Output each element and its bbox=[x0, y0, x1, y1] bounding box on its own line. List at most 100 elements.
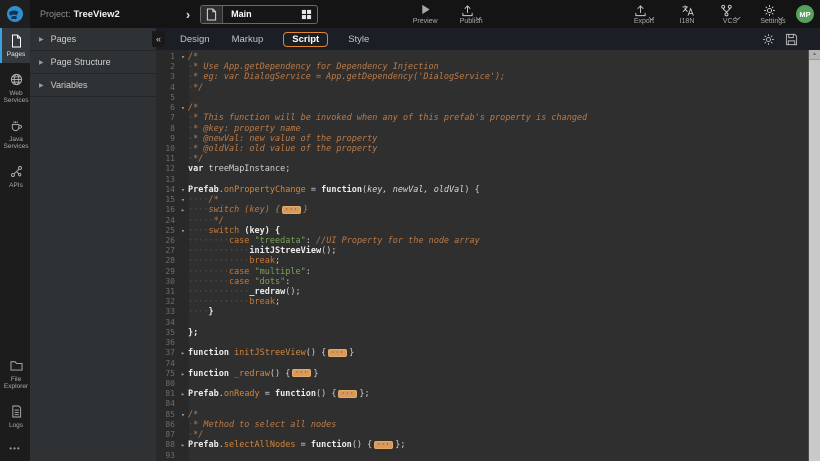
fold-closed-marker[interactable]: ▸ bbox=[178, 369, 188, 379]
code-line[interactable]: 32············break; bbox=[156, 297, 808, 307]
scrollbar-thumb[interactable] bbox=[809, 60, 820, 461]
rail-item-logs[interactable]: Logs bbox=[0, 399, 30, 434]
code-line[interactable]: 36 bbox=[156, 338, 808, 348]
code-line[interactable]: 28············break; bbox=[156, 256, 808, 266]
fold-closed-marker[interactable]: ▸ bbox=[178, 348, 188, 358]
export-button[interactable]: Export bbox=[629, 4, 659, 25]
fold-open-marker[interactable]: ▾ bbox=[178, 185, 188, 195]
i18n-button[interactable]: I18N bbox=[672, 4, 702, 25]
code-line[interactable]: 80 bbox=[156, 379, 808, 389]
fold-placeholder[interactable]: ··· bbox=[374, 441, 393, 449]
fold-open-marker[interactable]: ▾ bbox=[178, 226, 188, 236]
rail-item-pages[interactable]: Pages bbox=[0, 28, 30, 63]
code-line[interactable]: 4·*/ bbox=[156, 83, 808, 93]
tab-design[interactable]: Design bbox=[178, 32, 212, 47]
tab-style[interactable]: Style bbox=[346, 32, 371, 47]
code-line[interactable]: 86·* Method to select all nodes bbox=[156, 420, 808, 430]
code-line[interactable]: 15▾····/* bbox=[156, 195, 808, 205]
code-line[interactable]: 37▸function initJStreeView() {···} bbox=[156, 348, 808, 358]
scrollbar-top-icon[interactable]: ▲ bbox=[809, 50, 820, 60]
fold-open-marker[interactable]: ▾ bbox=[178, 52, 188, 62]
code-line[interactable]: 5 bbox=[156, 93, 808, 103]
code-line[interactable]: 75▸function _redraw() {···} bbox=[156, 369, 808, 379]
fold-placeholder[interactable]: ··· bbox=[338, 390, 357, 398]
code-line[interactable]: 1▾/* bbox=[156, 52, 808, 62]
code-line[interactable]: 35}; bbox=[156, 328, 808, 338]
code-line[interactable]: 9·* @newVal: new value of the property bbox=[156, 134, 808, 144]
code-line[interactable]: 2·* Use App.getDependency for Dependency… bbox=[156, 62, 808, 72]
project-name: TreeView2 bbox=[74, 9, 120, 20]
panel-collapse-button[interactable]: « bbox=[152, 31, 165, 47]
code-line[interactable]: 25▾····switch (key) { bbox=[156, 226, 808, 236]
save-icon[interactable] bbox=[785, 33, 798, 46]
code-line[interactable]: 14▾Prefab.onPropertyChange = function(ke… bbox=[156, 185, 808, 195]
code-line[interactable]: 6▾/* bbox=[156, 103, 808, 113]
code-line[interactable]: 7·* This function will be invoked when a… bbox=[156, 113, 808, 123]
page-selector[interactable]: Main bbox=[200, 5, 318, 24]
grid-icon[interactable] bbox=[295, 9, 317, 20]
code-line[interactable]: 3·* eg: var DialogService = App.getDepen… bbox=[156, 72, 808, 82]
line-number: 27 bbox=[156, 246, 178, 256]
avatar[interactable]: MP bbox=[796, 5, 814, 23]
fold-gutter bbox=[178, 83, 188, 93]
code-line[interactable]: 81▸Prefab.onReady = function() {···}; bbox=[156, 389, 808, 399]
gear-icon[interactable] bbox=[762, 33, 775, 46]
code-line[interactable]: 30········case "dots": bbox=[156, 277, 808, 287]
code-line[interactable]: 87·*/ bbox=[156, 430, 808, 440]
code-lines[interactable]: 1▾/*2·* Use App.getDependency for Depend… bbox=[156, 50, 808, 461]
rail-item-java-services[interactable]: Java Services bbox=[0, 113, 30, 155]
panel-section-page-structure[interactable]: ▶Page Structure bbox=[30, 51, 156, 74]
line-number: 7 bbox=[156, 113, 178, 123]
code-line[interactable]: 88▸Prefab.selectAllNodes = function() {·… bbox=[156, 440, 808, 450]
fold-placeholder[interactable]: ··· bbox=[282, 206, 301, 214]
panel-section-variables[interactable]: ▶Variables bbox=[30, 74, 156, 97]
code-line[interactable]: 29········case "multiple": bbox=[156, 267, 808, 277]
code-line[interactable]: 93 bbox=[156, 451, 808, 461]
settings-button[interactable]: Settings bbox=[758, 4, 788, 25]
wavemaker-logo[interactable] bbox=[0, 0, 30, 28]
line-number: 36 bbox=[156, 338, 178, 348]
code-line[interactable]: 10·* @oldVal: old value of the property bbox=[156, 144, 808, 154]
code-line[interactable]: 26········case "treedata": //UI Property… bbox=[156, 236, 808, 246]
code-line[interactable]: 12var treeMapInstance; bbox=[156, 164, 808, 174]
collapsed-triangle-icon: ▶ bbox=[39, 82, 44, 89]
app-window: Project:TreeView2 › Main PreviewPublish … bbox=[0, 0, 820, 461]
line-number: 5 bbox=[156, 93, 178, 103]
code-line[interactable]: 24·····*/ bbox=[156, 216, 808, 226]
fold-placeholder[interactable]: ··· bbox=[328, 349, 347, 357]
rail-item-file-explorer[interactable]: File Explorer bbox=[0, 353, 30, 395]
publish-button[interactable]: Publish bbox=[456, 4, 486, 25]
code-line[interactable]: 74 bbox=[156, 359, 808, 369]
code-line[interactable]: 33····} bbox=[156, 307, 808, 317]
code-line[interactable]: 27············initJStreeView(); bbox=[156, 246, 808, 256]
preview-button[interactable]: Preview bbox=[410, 4, 440, 25]
tab-markup[interactable]: Markup bbox=[230, 32, 266, 47]
panel-section-pages[interactable]: ▶Pages bbox=[30, 28, 156, 51]
fold-gutter bbox=[178, 154, 188, 164]
fold-placeholder[interactable]: ··· bbox=[292, 369, 311, 377]
fold-gutter bbox=[178, 359, 188, 369]
vcs-button[interactable]: VCS bbox=[715, 4, 745, 25]
tab-script[interactable]: Script bbox=[283, 32, 328, 47]
rail-item-apis[interactable]: APIs bbox=[0, 159, 30, 194]
code-line[interactable]: 16▸····switch (key) {···} bbox=[156, 205, 808, 215]
fold-open-marker[interactable]: ▾ bbox=[178, 410, 188, 420]
code-line[interactable]: 34 bbox=[156, 318, 808, 328]
rail-item-web-services[interactable]: Web Services bbox=[0, 67, 30, 109]
rail-more-button[interactable]: ••• bbox=[0, 438, 30, 461]
fold-closed-marker[interactable]: ▸ bbox=[178, 205, 188, 215]
code-editor[interactable]: 1▾/*2·* Use App.getDependency for Depend… bbox=[156, 50, 820, 461]
code-line[interactable]: 85▾/* bbox=[156, 410, 808, 420]
code-text: ·····*/ bbox=[188, 216, 224, 226]
fold-closed-marker[interactable]: ▸ bbox=[178, 440, 188, 450]
code-line[interactable]: 11·*/ bbox=[156, 154, 808, 164]
line-number: 9 bbox=[156, 134, 178, 144]
code-line[interactable]: 8·* @key: property name bbox=[156, 124, 808, 134]
code-line[interactable]: 84 bbox=[156, 399, 808, 409]
editor-scrollbar[interactable]: ▲ bbox=[808, 50, 820, 461]
fold-open-marker[interactable]: ▾ bbox=[178, 103, 188, 113]
fold-closed-marker[interactable]: ▸ bbox=[178, 389, 188, 399]
code-line[interactable]: 13 bbox=[156, 175, 808, 185]
code-line[interactable]: 31············_redraw(); bbox=[156, 287, 808, 297]
fold-open-marker[interactable]: ▾ bbox=[178, 195, 188, 205]
